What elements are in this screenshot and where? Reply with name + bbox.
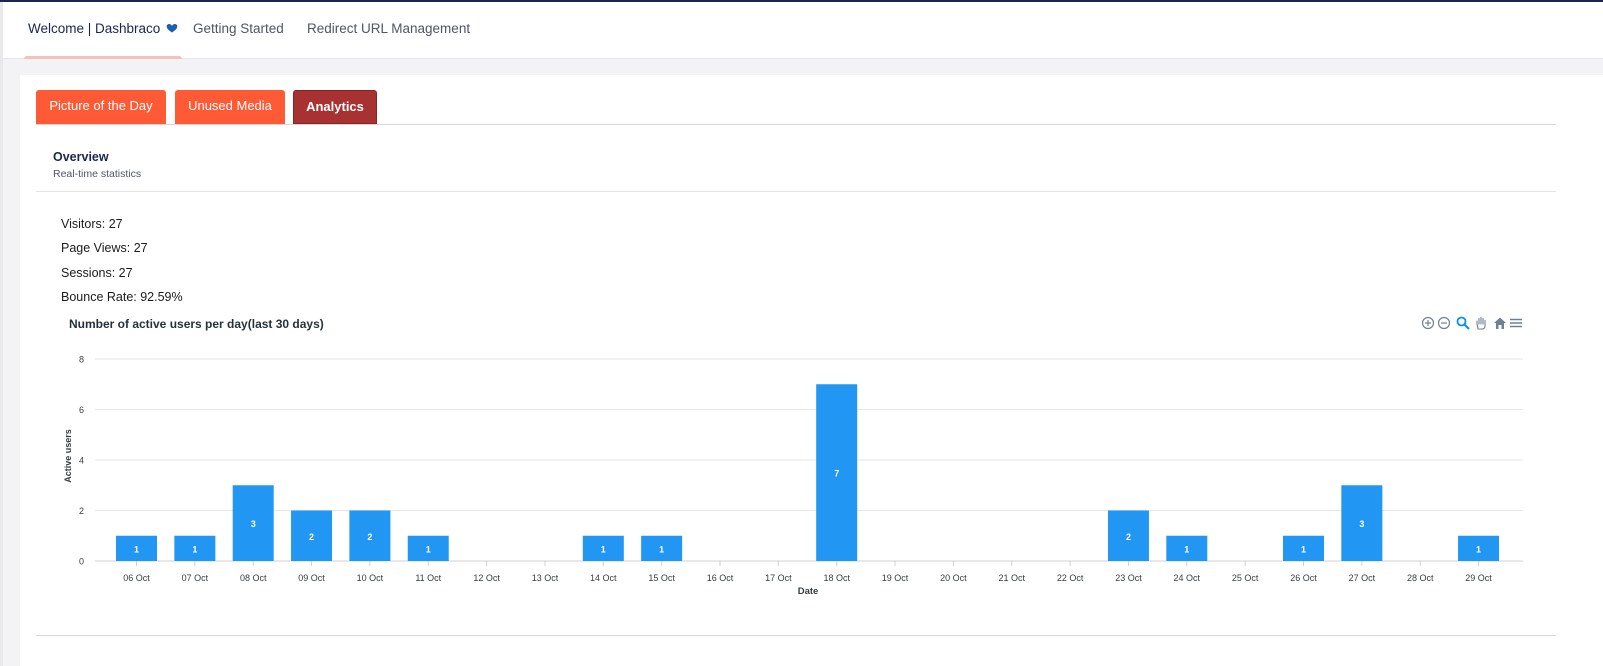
y-tick-label: 4 — [79, 456, 84, 466]
x-tick-label: 23 Oct — [1115, 573, 1142, 583]
x-tick-label: 28 Oct — [1407, 573, 1434, 583]
x-tick-label: 13 Oct — [532, 573, 559, 583]
nav-tab-getting-started[interactable]: Getting Started — [193, 2, 284, 58]
bar-data-label: 2 — [1126, 532, 1131, 542]
x-tick-label: 15 Oct — [648, 573, 675, 583]
bar-data-label: 3 — [1359, 519, 1364, 529]
heart-icon — [166, 24, 178, 33]
bar-data-label: 1 — [659, 544, 664, 554]
x-tick-label: 21 Oct — [998, 573, 1025, 583]
y-tick-label: 6 — [79, 405, 84, 415]
bar-data-label: 1 — [134, 544, 139, 554]
active-users-bar-chart: 0 2 4 6 8 1 06 Oct 1 07 Oct 3 08 Oct 2 09 Oct 2 10 Oct… — [63, 355, 1523, 597]
nav-tab-welcome-label: Welcome | Dashbraco — [28, 21, 161, 36]
x-tick-label: 29 Oct — [1465, 573, 1492, 583]
dashboard-panel: Picture of the Day Unused Media Analytic… — [20, 75, 1603, 666]
x-tick-label: 09 Oct — [298, 573, 325, 583]
x-tick-label: 14 Oct — [590, 573, 617, 583]
bar-data-label: 1 — [1476, 544, 1481, 554]
x-tick-label: 08 Oct — [240, 573, 267, 583]
x-tick-label: 17 Oct — [765, 573, 792, 583]
x-tick-label: 22 Oct — [1057, 573, 1084, 583]
x-tick-label: 26 Oct — [1290, 573, 1317, 583]
bar-data-label: 1 — [1184, 544, 1189, 554]
y-tick-label: 0 — [79, 557, 84, 567]
x-tick-label: 27 Oct — [1349, 573, 1376, 583]
x-tick-label: 06 Oct — [123, 573, 150, 583]
bar-data-label: 1 — [1301, 544, 1306, 554]
x-tick-label: 12 Oct — [473, 573, 500, 583]
bottom-divider — [36, 635, 1556, 636]
top-navigation: Welcome | Dashbraco Getting Started Redi… — [3, 2, 1603, 59]
bar-data-label: 2 — [367, 532, 372, 542]
y-tick-label: 2 — [79, 506, 84, 516]
bar-data-label: 1 — [192, 544, 197, 554]
x-tick-label: 25 Oct — [1232, 573, 1259, 583]
nav-tab-redirect-label: Redirect URL Management — [307, 21, 471, 36]
bar-data-label: 1 — [601, 544, 606, 554]
bar-data-label: 3 — [251, 519, 256, 529]
x-tick-label: 19 Oct — [882, 573, 909, 583]
y-tick-label: 8 — [79, 355, 84, 365]
nav-tab-redirect-url-management[interactable]: Redirect URL Management — [307, 2, 470, 58]
bar-data-label: 2 — [309, 532, 314, 542]
y-axis-title: Active users — [63, 429, 73, 483]
x-tick-label: 07 Oct — [182, 573, 209, 583]
nav-tab-getting-started-label: Getting Started — [193, 21, 284, 36]
nav-tab-welcome[interactable]: Welcome | Dashbraco — [24, 2, 183, 59]
x-tick-label: 11 Oct — [415, 573, 441, 583]
x-axis-title: Date — [798, 586, 819, 597]
x-tick-label: 18 Oct — [823, 573, 850, 583]
x-tick-label: 24 Oct — [1174, 573, 1201, 583]
x-tick-label: 10 Oct — [357, 573, 384, 583]
bar-data-label: 7 — [834, 469, 839, 479]
bar-data-label: 1 — [426, 544, 431, 554]
x-tick-label: 16 Oct — [707, 573, 734, 583]
x-tick-label: 20 Oct — [940, 573, 967, 583]
